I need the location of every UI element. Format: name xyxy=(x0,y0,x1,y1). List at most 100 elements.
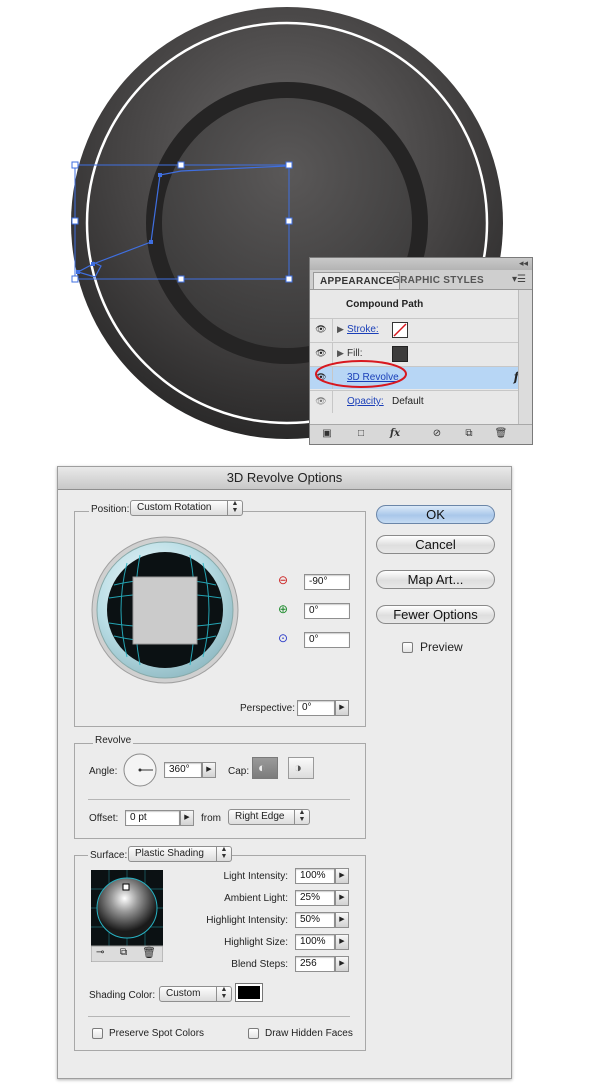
cap-off-icon: ◑ xyxy=(294,760,302,775)
selection-handle[interactable] xyxy=(71,161,79,169)
revolve-group-label: Revolve xyxy=(93,735,134,746)
from-edge-value: Right Edge xyxy=(235,811,285,822)
cap-on-button[interactable]: ◐ xyxy=(252,757,278,779)
highlight-intensity-field[interactable]: 50% xyxy=(295,912,335,928)
panel-tabs: APPEARANCE GRAPHIC STYLES ▾☰ xyxy=(310,270,532,290)
fx-menu-icon[interactable]: fx xyxy=(388,428,402,440)
updown-arrows-icon: ▲ ▼ xyxy=(216,986,231,1002)
shading-color-swatch[interactable] xyxy=(235,983,263,1002)
ok-button[interactable]: OK xyxy=(376,505,495,524)
map-art-button[interactable]: Map Art... xyxy=(376,570,495,589)
anchor-point[interactable] xyxy=(158,173,162,177)
surface-label: Surface: xyxy=(88,850,130,861)
clear-appearance-icon[interactable]: □ xyxy=(354,428,368,440)
ambient-light-arrow[interactable]: ▶ xyxy=(335,890,349,906)
anchor-point[interactable] xyxy=(91,262,95,266)
preserve-spot-colors-checkbox[interactable] xyxy=(92,1028,103,1039)
anchor-point[interactable] xyxy=(149,240,153,244)
row-divider xyxy=(332,319,333,341)
new-art-basic-icon[interactable]: ▣ xyxy=(320,428,334,440)
surface-select[interactable]: Plastic Shading ▲ ▼ xyxy=(128,846,232,862)
selection-handle[interactable] xyxy=(71,275,79,283)
selection-handle[interactable] xyxy=(285,275,293,283)
selection-handle[interactable] xyxy=(177,275,185,283)
tab-graphic-styles[interactable]: GRAPHIC STYLES xyxy=(386,272,490,289)
stroke-none-swatch[interactable] xyxy=(392,322,408,338)
highlight-intensity-label: Highlight Intensity: xyxy=(206,915,288,926)
angle-popup-arrow[interactable]: ▶ xyxy=(202,762,216,778)
light-intensity-field[interactable]: 100% xyxy=(295,868,335,884)
anchor-point[interactable] xyxy=(76,270,80,274)
dialog-title[interactable]: 3D Revolve Options xyxy=(58,467,511,490)
from-edge-select[interactable]: Right Edge ▲ ▼ xyxy=(228,809,310,825)
selection-handle[interactable] xyxy=(177,161,185,169)
y-rotation-field[interactable]: 0° xyxy=(304,603,350,619)
selection-handle[interactable] xyxy=(285,161,293,169)
trash-icon[interactable]: 🗑 xyxy=(494,428,508,440)
angle-dial[interactable] xyxy=(122,752,158,788)
highlight-size-label: Highlight Size: xyxy=(224,937,288,948)
rotation-track-cube[interactable] xyxy=(90,535,240,685)
preview-label: Preview xyxy=(420,640,463,654)
stroke-label[interactable]: Stroke: xyxy=(347,324,379,335)
new-light-icon[interactable]: ⧉ xyxy=(120,947,127,958)
position-preset-value: Custom Rotation xyxy=(137,502,212,513)
offset-field[interactable]: 0 pt xyxy=(125,810,180,826)
perspective-field[interactable]: 0° xyxy=(297,700,335,716)
appearance-row-stroke[interactable]: 👁 ▶ Stroke: xyxy=(310,318,518,341)
light-intensity-label: Light Intensity: xyxy=(223,871,288,882)
highlight-intensity-arrow[interactable]: ▶ xyxy=(335,912,349,928)
revolve-group xyxy=(74,743,366,839)
x-axis-rotate-icon: ⊖ xyxy=(278,573,289,587)
fewer-options-button[interactable]: Fewer Options xyxy=(376,605,495,624)
shading-color-fill xyxy=(238,986,260,999)
angle-label: Angle: xyxy=(89,766,118,777)
from-label: from xyxy=(201,813,221,824)
ambient-light-label: Ambient Light: xyxy=(224,893,288,904)
blend-steps-label: Blend Steps: xyxy=(231,959,288,970)
shading-color-select[interactable]: Custom ▲ ▼ xyxy=(159,986,232,1002)
blend-steps-field[interactable]: 256 xyxy=(295,956,335,972)
draw-hidden-faces-label: Draw Hidden Faces xyxy=(265,1028,353,1039)
cap-label: Cap: xyxy=(228,766,250,777)
ambient-light-field[interactable]: 25% xyxy=(295,890,335,906)
surface-value: Plastic Shading xyxy=(135,848,204,859)
move-light-back-icon[interactable]: ⊸ xyxy=(96,947,104,958)
light-intensity-arrow[interactable]: ▶ xyxy=(335,868,349,884)
expand-triangle-icon[interactable]: ▶ xyxy=(337,324,344,335)
perspective-label: Perspective: xyxy=(240,703,296,714)
highlight-size-field[interactable]: 100% xyxy=(295,934,335,950)
offset-popup-arrow[interactable]: ▶ xyxy=(180,810,194,826)
draw-hidden-faces-checkbox[interactable] xyxy=(248,1028,259,1039)
panel-menu-icon[interactable]: ▾☰ xyxy=(512,274,526,285)
object-type-title: Compound Path xyxy=(346,299,424,310)
surface-separator xyxy=(88,1016,350,1017)
preview-checkbox[interactable] xyxy=(402,642,413,653)
highlight-size-arrow[interactable]: ▶ xyxy=(335,934,349,950)
panel-bottom-bar: ▣ □ fx ⊘ ⧉ 🗑 xyxy=(310,424,532,444)
cancel-button[interactable]: Cancel xyxy=(376,535,495,554)
visibility-eye-icon[interactable]: 👁 xyxy=(314,322,328,336)
z-rotation-field[interactable]: 0° xyxy=(304,632,350,648)
collapse-icon[interactable]: ◂◂ xyxy=(519,258,528,269)
updown-arrows-icon: ▲ ▼ xyxy=(216,846,231,862)
cap-on-icon: ◐ xyxy=(258,760,266,775)
perspective-popup-arrow[interactable]: ▶ xyxy=(335,700,349,716)
opacity-label[interactable]: Opacity: xyxy=(347,396,384,407)
angle-field[interactable]: 360° xyxy=(164,762,202,778)
x-rotation-field[interactable]: -90° xyxy=(304,574,350,590)
highlight-ellipse xyxy=(315,360,407,388)
cap-off-button[interactable]: ◑ xyxy=(288,757,314,779)
visibility-eye-icon[interactable]: 👁 xyxy=(314,394,328,408)
blend-steps-arrow[interactable]: ▶ xyxy=(335,956,349,972)
selection-handle[interactable] xyxy=(71,217,79,225)
updown-arrows-icon: ▲ ▼ xyxy=(227,500,242,516)
duplicate-item-icon[interactable]: ⧉ xyxy=(462,428,476,440)
appearance-row-opacity[interactable]: 👁 Opacity: Default xyxy=(310,390,518,413)
revolve-separator xyxy=(88,799,350,800)
delete-light-icon[interactable]: 🗑 xyxy=(142,946,156,959)
position-preset-select[interactable]: Custom Rotation ▲ ▼ xyxy=(130,500,243,516)
no-symbol-icon[interactable]: ⊘ xyxy=(430,428,444,440)
panel-scrollbar[interactable] xyxy=(518,290,532,425)
selection-handle[interactable] xyxy=(285,217,293,225)
